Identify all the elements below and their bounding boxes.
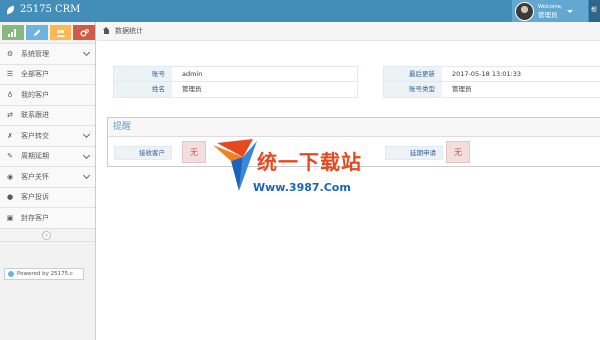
account-info-table: 账号 admin 姓名 管理员 (113, 66, 358, 98)
sidebar-item-label: 系统管理 (21, 49, 49, 58)
login-info-table: 最后更新 2017-05-18 13:01:33 账号类型 管理员 (383, 66, 600, 98)
watermark-logo-icon (213, 139, 257, 191)
bulb-icon: ♁ (7, 90, 13, 99)
bar-chart-icon (8, 28, 17, 37)
sidebar-item-complaints[interactable]: ● 客户投诉 (0, 186, 95, 207)
breadcrumb: 数据统计 (97, 22, 600, 41)
sidebar-menu: ⚙ 系统管理 ☰ 全部客户 ♁ 我的客户 ⇄ 联系跟进 ✗ 客户转交 ✎ 周期延… (0, 43, 95, 228)
sidebar-item-extension[interactable]: ✎ 周期延期 (0, 145, 95, 166)
sidebar-item-my-customers[interactable]: ♁ 我的客户 (0, 84, 95, 105)
help-menu[interactable]: 帮 (589, 0, 600, 22)
sidebar-item-label: 全部客户 (21, 70, 49, 79)
reminder-title: 提醒 (108, 118, 600, 137)
shortcut-stats-button[interactable] (2, 25, 24, 40)
table-row: 姓名 管理员 (114, 82, 357, 97)
leaf-icon (5, 5, 16, 14)
chevron-down-icon (82, 130, 91, 139)
list-icon: ☰ (6, 70, 14, 79)
reminder-value-extension[interactable]: 无 (446, 141, 470, 163)
exchange-icon: ⇄ (7, 111, 13, 120)
info-label: 账号 (114, 67, 172, 81)
breadcrumb-current: 数据统计 (115, 27, 143, 35)
chevron-down-icon (82, 171, 91, 180)
sidebar-item-archived[interactable]: ▣ 封存客户 (0, 207, 95, 228)
cogs-icon (80, 28, 89, 36)
sidebar-item-label: 封存客户 (21, 213, 49, 222)
brand[interactable]: 25175 CRM (5, 4, 81, 15)
sidebar-item-all-customers[interactable]: ☰ 全部客户 (0, 63, 95, 84)
table-row: 最后更新 2017-05-18 13:01:33 (384, 67, 600, 82)
sidebar-item-system[interactable]: ⚙ 系统管理 (0, 43, 95, 64)
watermark-url: Www.3987.Com (253, 181, 351, 194)
powered-by-text: Powered by 25175.c (17, 271, 73, 277)
sidebar: ⚙ 系统管理 ☰ 全部客户 ♁ 我的客户 ⇄ 联系跟进 ✗ 客户转交 ✎ 周期延… (0, 22, 96, 340)
app-title: 25175 CRM (20, 4, 81, 15)
avatar (515, 1, 534, 21)
pencil-edit-icon: ✎ (7, 152, 13, 161)
sidebar-item-label: 联系跟进 (21, 111, 49, 120)
shortcut-settings-button[interactable] (73, 25, 95, 40)
sidebar-item-label: 周期延期 (21, 152, 49, 161)
sidebar-item-follow-up[interactable]: ⇄ 联系跟进 (0, 104, 95, 125)
pencil-icon (33, 29, 41, 36)
comment-icon: ● (6, 193, 14, 202)
shortcut-bar (0, 22, 95, 43)
info-label: 姓名 (114, 82, 172, 97)
info-value: 管理员 (452, 85, 472, 93)
info-value: admin (182, 70, 203, 78)
shortcut-edit-button[interactable] (25, 25, 48, 40)
collapse-icon[interactable]: « (42, 230, 51, 240)
info-label: 最后更新 (384, 67, 442, 81)
watermark: 统一下载站 Www.3987.Com (213, 137, 403, 199)
reminder-value-received[interactable]: 无 (182, 141, 206, 163)
shortcut-users-button[interactable] (49, 25, 72, 40)
sidebar-item-label: 客户关怀 (21, 172, 49, 181)
top-navbar: 25175 CRM Welcome, 管理员 帮 (0, 0, 600, 22)
users-icon (56, 29, 65, 37)
sidebar-item-transfer[interactable]: ✗ 客户转交 (0, 125, 95, 146)
chevron-down-icon (82, 151, 91, 159)
watermark-title: 统一下载站 (257, 150, 362, 174)
eye-icon: ◉ (6, 172, 14, 181)
info-dot-icon (8, 271, 14, 277)
caret-down-icon (567, 9, 574, 13)
user-menu[interactable]: Welcome, 管理员 (512, 0, 588, 22)
user-name: 管理员 (538, 11, 558, 19)
chevron-down-icon (82, 48, 91, 57)
gear-icon: ⚙ (6, 49, 14, 58)
info-value: 管理员 (182, 85, 202, 93)
sidebar-item-label: 我的客户 (21, 90, 49, 99)
sidebar-item-care[interactable]: ◉ 客户关怀 (0, 166, 95, 187)
info-value: 2017-05-18 13:01:33 (452, 70, 522, 78)
table-row: 账号类型 管理员 (384, 82, 600, 97)
reminder-label-received: 接收客户 (114, 146, 172, 160)
table-row: 账号 admin (114, 67, 357, 82)
sidebar-item-label: 客户投诉 (21, 193, 49, 202)
info-label: 账号类型 (384, 82, 442, 97)
sidebar-item-label: 客户转交 (21, 131, 49, 140)
tools-icon: ✗ (7, 131, 13, 140)
floppy-icon: ▣ (6, 213, 14, 222)
sidebar-collapse-bar: « (0, 227, 95, 242)
home-icon[interactable] (103, 26, 110, 35)
welcome-text: Welcome, (538, 4, 563, 10)
powered-by-badge: Powered by 25175.c (4, 268, 84, 280)
